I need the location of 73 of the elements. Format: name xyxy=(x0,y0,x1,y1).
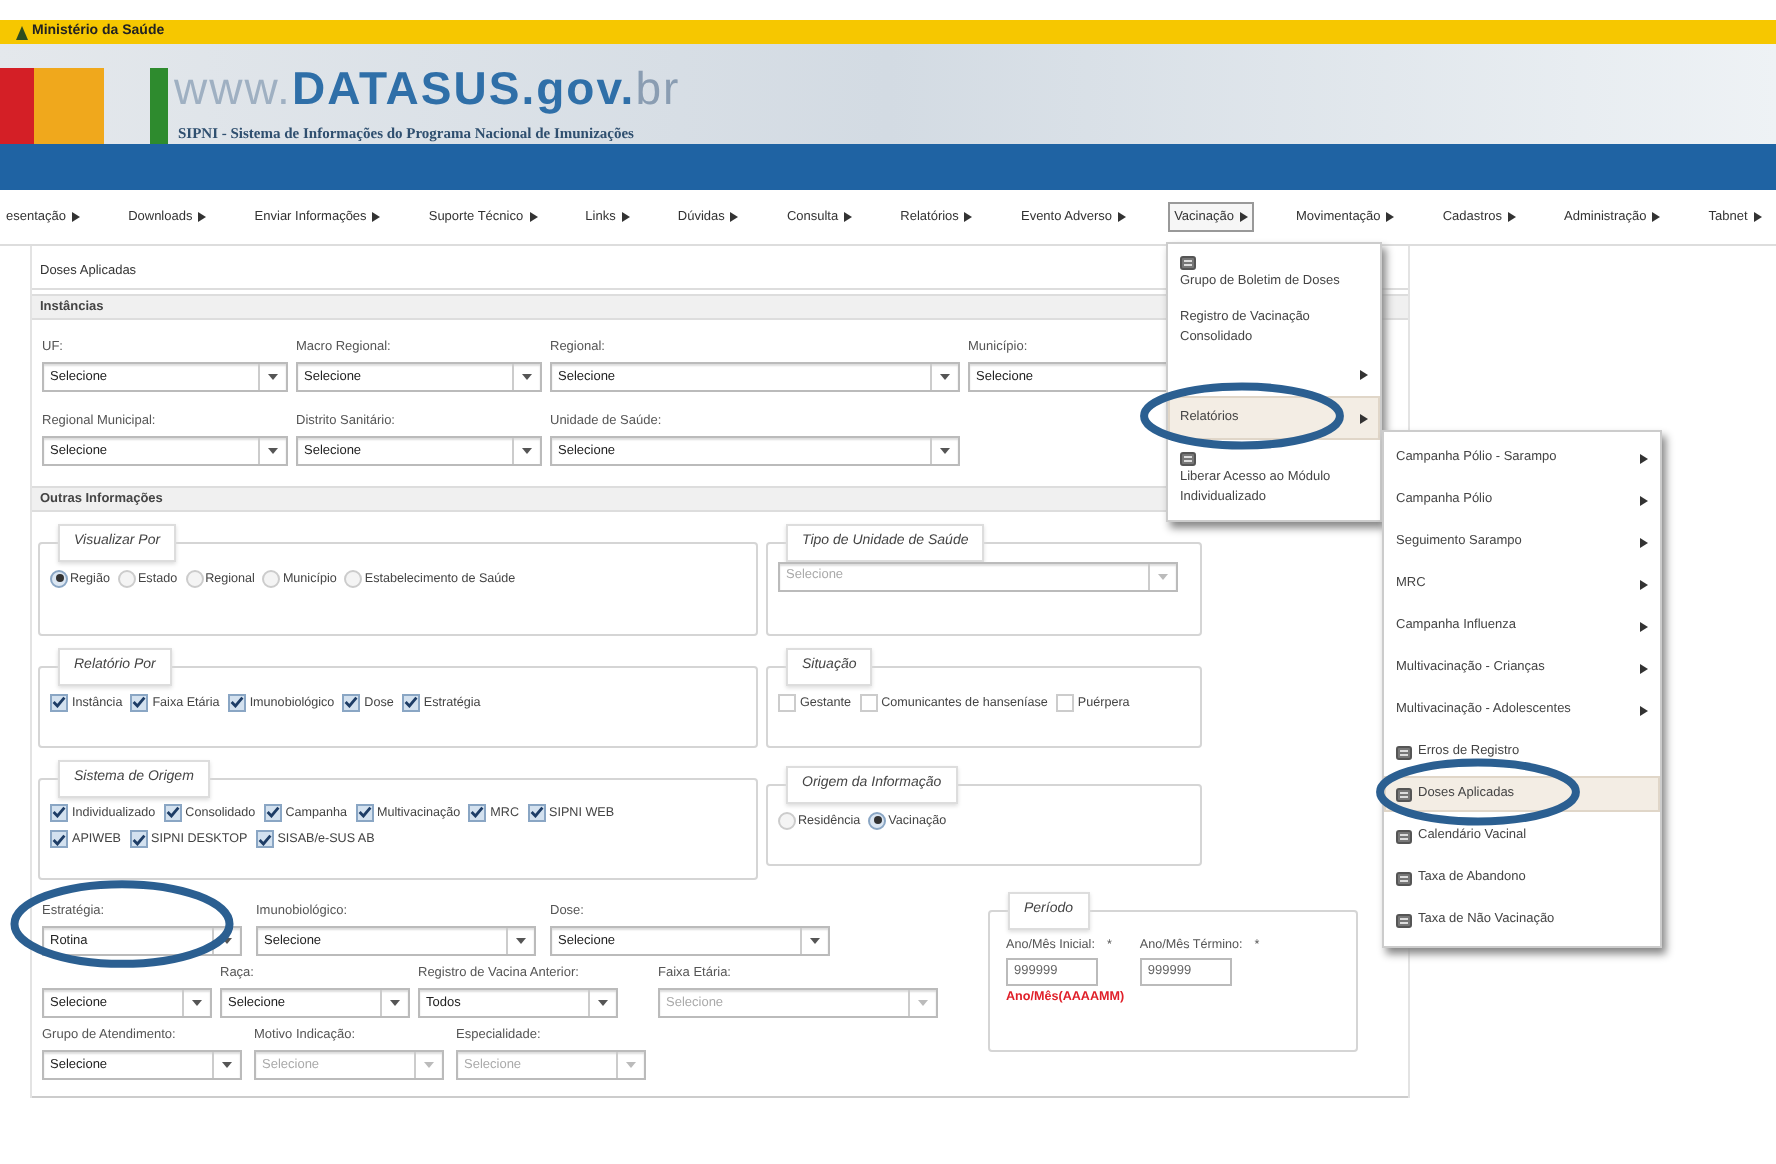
checkbox[interactable] xyxy=(255,830,274,849)
caret-icon xyxy=(198,212,207,222)
dropdown-arrow-icon xyxy=(940,448,950,454)
radio-button[interactable] xyxy=(185,569,204,588)
dropdown-arrow-icon xyxy=(516,938,526,944)
dropdown-arrow-icon xyxy=(390,1000,400,1006)
checkbox[interactable] xyxy=(468,803,487,822)
emblem-icon xyxy=(16,25,28,39)
checkbox[interactable] xyxy=(263,803,282,822)
dropdown-arrow-icon xyxy=(268,374,278,380)
caret-icon xyxy=(1640,537,1648,547)
dropdown-arrow-icon xyxy=(522,448,532,454)
radio-button[interactable] xyxy=(50,569,68,588)
caret-icon xyxy=(1239,212,1248,222)
document-icon xyxy=(1396,913,1412,927)
caret-icon xyxy=(730,212,739,222)
caret-icon xyxy=(1507,212,1516,222)
caret-icon xyxy=(1640,663,1648,673)
document-icon xyxy=(1396,871,1412,885)
radio-button[interactable] xyxy=(262,569,281,588)
caret-icon xyxy=(1640,621,1648,631)
caret-icon xyxy=(844,212,853,222)
document-icon xyxy=(1396,745,1412,759)
caret-icon xyxy=(1652,212,1661,222)
caret-icon xyxy=(372,212,381,222)
dropdown-arrow-icon xyxy=(918,1000,928,1006)
checkbox[interactable] xyxy=(50,830,68,849)
dropdown-arrow-icon xyxy=(192,1000,202,1006)
dropdown-arrow-icon xyxy=(222,1062,232,1068)
checkbox[interactable] xyxy=(50,693,68,712)
dropdown-arrow-icon xyxy=(1158,573,1168,579)
caret-icon xyxy=(72,212,80,222)
dropdown-arrow-icon xyxy=(810,938,820,944)
dropdown-arrow-icon xyxy=(522,374,532,380)
checkbox[interactable] xyxy=(778,693,796,712)
caret-icon xyxy=(1640,705,1648,715)
document-icon xyxy=(1396,787,1412,801)
checkbox[interactable] xyxy=(527,803,545,822)
site-logo-text: www.DATASUS.gov.br xyxy=(174,62,681,114)
caret-icon xyxy=(1360,413,1368,423)
checkbox[interactable] xyxy=(355,803,373,822)
radio-button[interactable] xyxy=(868,811,887,830)
checkbox[interactable] xyxy=(227,693,246,712)
dropdown-arrow-icon xyxy=(222,938,232,944)
caret-icon xyxy=(529,212,538,222)
checkbox[interactable] xyxy=(129,830,147,849)
dropdown-arrow-icon xyxy=(268,448,278,454)
caret-icon xyxy=(1640,579,1648,589)
caret-icon xyxy=(1386,212,1395,222)
document-icon xyxy=(1396,829,1412,843)
checkbox[interactable] xyxy=(50,803,68,822)
radio-button[interactable] xyxy=(778,811,796,830)
dropdown-arrow-icon xyxy=(598,1000,608,1006)
checkbox[interactable] xyxy=(163,803,182,822)
caret-icon xyxy=(1360,369,1368,379)
dropdown-arrow-icon xyxy=(940,374,950,380)
document-icon xyxy=(1180,256,1196,270)
radio-button[interactable] xyxy=(117,569,136,588)
checkbox[interactable] xyxy=(1055,693,1074,712)
radio-button[interactable] xyxy=(344,569,363,588)
checkbox[interactable] xyxy=(401,693,420,712)
checkbox[interactable] xyxy=(859,693,878,712)
checkbox[interactable] xyxy=(342,693,361,712)
checkbox[interactable] xyxy=(130,693,149,712)
caret-icon xyxy=(1640,495,1648,505)
caret-icon xyxy=(621,212,630,222)
caret-icon xyxy=(1753,212,1762,222)
document-icon xyxy=(1180,452,1196,466)
caret-icon xyxy=(1118,212,1127,222)
dropdown-arrow-icon xyxy=(626,1062,636,1068)
caret-icon xyxy=(964,212,973,222)
caret-icon xyxy=(1640,453,1648,463)
dropdown-arrow-icon xyxy=(424,1062,434,1068)
